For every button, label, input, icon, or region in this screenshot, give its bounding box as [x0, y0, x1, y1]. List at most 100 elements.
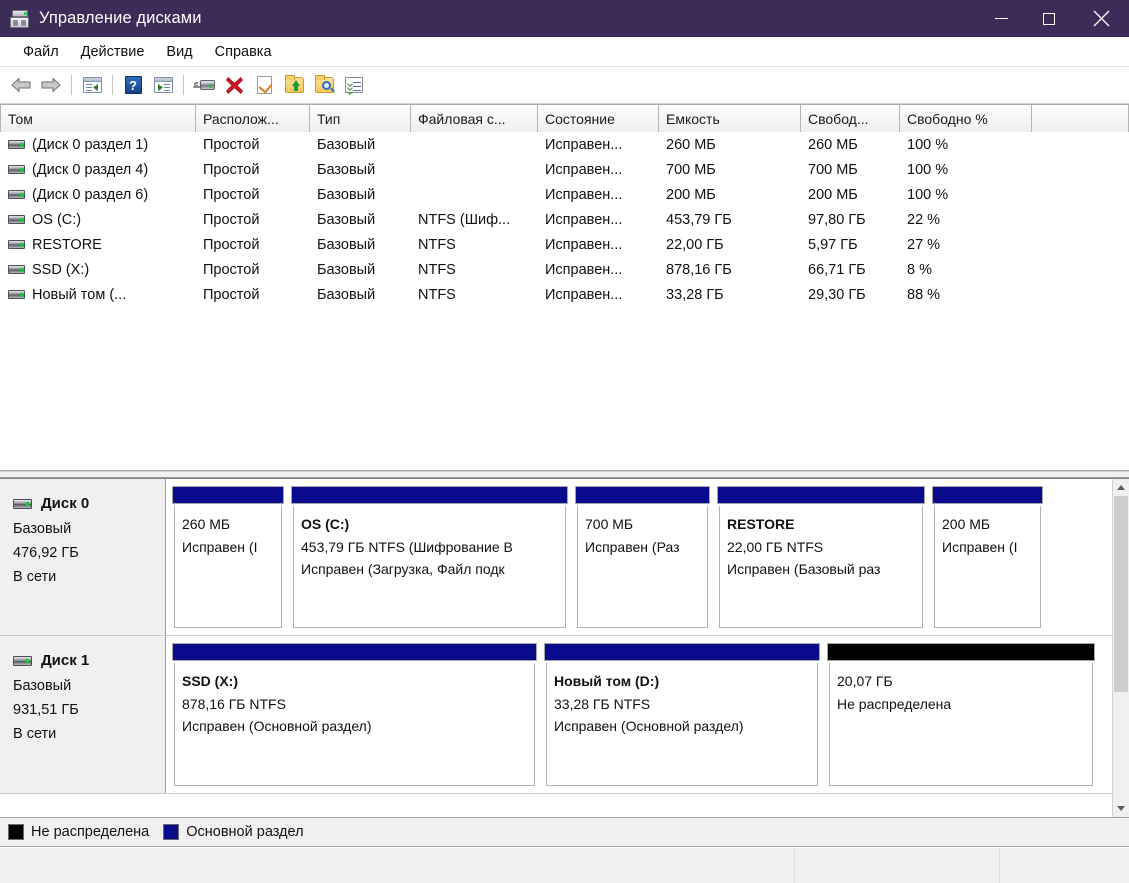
partition-size-label: 22,00 ГБ NTFS: [727, 538, 824, 555]
forward-button[interactable]: [36, 71, 66, 99]
column-header-емкость[interactable]: Емкость: [659, 105, 801, 132]
cell-volume: RESTORE: [0, 232, 196, 257]
volume-name-label: SSD (X:): [32, 261, 90, 278]
table-row[interactable]: (Диск 0 раздел 4) Простой Базовый Исправен.…: [0, 157, 1129, 182]
partition-size-label: 200 МБ: [942, 516, 991, 532]
help-question-icon: ?: [124, 76, 142, 94]
scrollbar-track[interactable]: [1113, 496, 1129, 800]
scroll-down-button[interactable]: [1113, 800, 1129, 817]
partition-details: Новый том (D:) 33,28 ГБ NTFS Исправен (Осн…: [546, 663, 818, 786]
cell-type: Базовый: [317, 161, 376, 178]
table-row[interactable]: (Диск 0 раздел 1) Простой Базовый Исправен.…: [0, 132, 1129, 157]
column-header-состояние[interactable]: Состояние: [538, 105, 659, 132]
menu-file[interactable]: Файл: [12, 41, 70, 63]
extend-volume-button[interactable]: [279, 71, 309, 99]
back-button[interactable]: [6, 71, 36, 99]
partition-gap: [537, 643, 544, 786]
partition-name-label: Новый том (D:): [554, 673, 660, 689]
menu-view[interactable]: Вид: [155, 41, 203, 63]
show-hide-action-pane-button[interactable]: [148, 71, 178, 99]
partition-status-label: Исправен (Раз: [585, 538, 680, 555]
partition-block[interactable]: 200 МБ Исправен (I: [932, 486, 1043, 628]
disk-type-label: Базовый: [13, 678, 72, 695]
disk-info-0[interactable]: Диск 0 Базовый 476,92 ГБ В сети: [0, 479, 166, 635]
menu-bar: Файл Действие Вид Справка: [0, 37, 1129, 67]
volume-disk-icon: [8, 240, 25, 249]
partition-details: 200 МБ Исправен (I: [934, 506, 1041, 628]
column-header-свобод-[interactable]: Свобод...: [801, 105, 900, 132]
partition-block[interactable]: SSD (X:) 878,16 ГБ NTFS Исправен (Основной…: [172, 643, 537, 786]
disk-drive-icon: [9, 9, 31, 29]
folder-up-arrow-icon: [284, 75, 304, 93]
partition-color-bar: [172, 486, 284, 504]
partition-block[interactable]: OS (C:) 453,79 ГБ NTFS (Шифрование В Испра…: [291, 486, 568, 628]
cell-filesystem: [411, 182, 538, 207]
table-row[interactable]: (Диск 0 раздел 6) Простой Базовый Исправен.…: [0, 182, 1129, 207]
table-row[interactable]: SSD (X:) Простой Базовый NTFS Исправен... 878…: [0, 257, 1129, 282]
cell-type: Базовый: [317, 261, 376, 278]
partition-block[interactable]: RESTORE 22,00 ГБ NTFS Исправен (Базовый ра…: [717, 486, 925, 628]
cell-status: Исправен...: [545, 136, 623, 153]
delete-button[interactable]: [219, 71, 249, 99]
partition-details: SSD (X:) 878,16 ГБ NTFS Исправен (Основной…: [174, 663, 535, 786]
disk-name-label: Диск 0: [41, 495, 90, 512]
cell-status: Исправен...: [545, 161, 623, 178]
graphical-view-scrollbar[interactable]: [1112, 479, 1129, 817]
check-page-button[interactable]: [249, 71, 279, 99]
menu-action[interactable]: Действие: [70, 41, 156, 63]
column-header-располож-[interactable]: Располож...: [196, 105, 310, 132]
scrollbar-thumb[interactable]: [1114, 496, 1128, 692]
volume-disk-icon: [8, 140, 25, 149]
disk-name-label: Диск 1: [41, 652, 90, 669]
disk-drive-icon: [13, 499, 32, 510]
cell-free_percent: 88 %: [907, 286, 941, 303]
partition-block[interactable]: 20,07 ГБ Не распределена: [827, 643, 1095, 786]
volume-name-label: RESTORE: [32, 236, 102, 253]
cell-filesystem: NTFS: [418, 261, 456, 278]
table-row[interactable]: OS (C:) Простой Базовый NTFS (Шиф... Исправе…: [0, 207, 1129, 232]
table-row[interactable]: Новый том (... Простой Базовый NTFS Исправен…: [0, 282, 1129, 307]
chevron-down-icon: [1117, 806, 1125, 811]
table-row[interactable]: RESTORE Простой Базовый NTFS Исправен... 22,0…: [0, 232, 1129, 257]
menu-help[interactable]: Справка: [204, 41, 283, 63]
cell-layout: Простой: [203, 261, 260, 278]
folder-search-button[interactable]: [309, 71, 339, 99]
scroll-up-button[interactable]: [1113, 479, 1129, 496]
legend-bar: Не распределена Основной раздел: [0, 817, 1129, 847]
partition-block[interactable]: 260 МБ Исправен (I: [172, 486, 284, 628]
maximize-icon: [1043, 12, 1055, 25]
partition-block[interactable]: Новый том (D:) 33,28 ГБ NTFS Исправен (Осн…: [544, 643, 820, 786]
column-header-blank-8[interactable]: [1032, 105, 1129, 132]
cell-volume: Новый том (...: [0, 282, 196, 307]
cell-type: Базовый: [317, 136, 376, 153]
close-button[interactable]: [1073, 0, 1129, 37]
column-header-файловая-с-[interactable]: Файловая с...: [411, 105, 538, 132]
properties-button[interactable]: [339, 71, 369, 99]
column-header-том[interactable]: Том: [0, 105, 196, 132]
partition-block[interactable]: 700 МБ Исправен (Раз: [575, 486, 710, 628]
disk-row-0: Диск 0 Базовый 476,92 ГБ В сети 260 МБ Исправ…: [0, 479, 1112, 636]
volume-name-label: OS (C:): [32, 211, 82, 228]
disk-type-label: Базовый: [13, 521, 72, 538]
column-header-свободно-[interactable]: Свободно %: [900, 105, 1032, 132]
column-header-тип[interactable]: Тип: [310, 105, 411, 132]
cell-free: 29,30 ГБ: [808, 286, 866, 303]
cell-filesystem: [411, 157, 538, 182]
help-button[interactable]: ?: [118, 71, 148, 99]
partition-details: 700 МБ Исправен (Раз: [577, 506, 708, 628]
volume-name-label: Новый том (...: [32, 286, 127, 303]
rescan-disks-button[interactable]: [189, 71, 219, 99]
panel-splitter[interactable]: [0, 471, 1129, 478]
cell-layout: Простой: [203, 236, 260, 253]
cell-volume: SSD (X:): [0, 257, 196, 282]
show-hide-console-tree-button[interactable]: [77, 71, 107, 99]
maximize-button[interactable]: [1025, 0, 1073, 37]
status-bar-cell-2: [795, 848, 1000, 883]
graphical-view-content: Диск 0 Базовый 476,92 ГБ В сети 260 МБ Исправ…: [0, 479, 1112, 817]
disk-row-1: Диск 1 Базовый 931,51 ГБ В сети SSD (X:) 878,…: [0, 636, 1112, 794]
minimize-button[interactable]: [977, 0, 1025, 37]
disk-management-window: Управление дисками Файл Действие Вид Спр…: [0, 0, 1129, 883]
disk-info-1[interactable]: Диск 1 Базовый 931,51 ГБ В сети: [0, 636, 166, 793]
cell-free_percent: 100 %: [907, 186, 949, 203]
partition-status-label: Не распределена: [837, 695, 952, 712]
